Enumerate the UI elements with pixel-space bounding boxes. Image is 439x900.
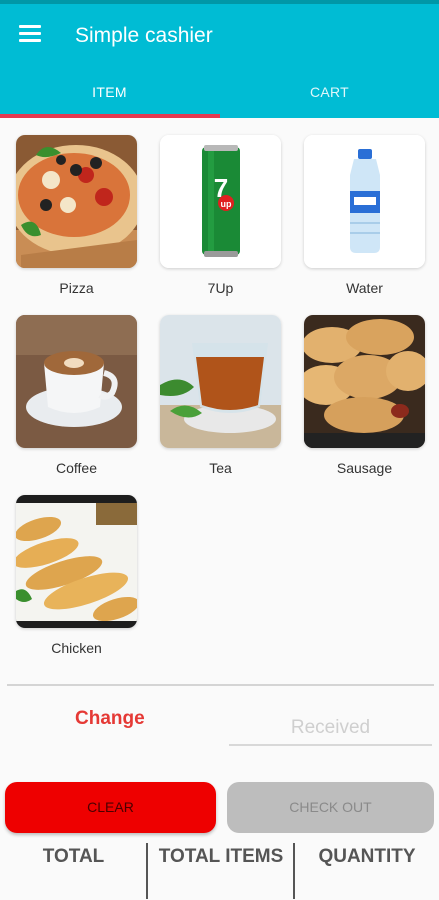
tab-item[interactable]: ITEM <box>0 70 219 114</box>
app-bar: Simple cashier ITEM CART <box>0 0 439 118</box>
item-coffee[interactable]: Coffee <box>16 315 137 476</box>
item-label: Sausage <box>336 460 393 476</box>
item-label: Chicken <box>51 640 102 656</box>
tab-indicator <box>0 114 220 118</box>
item-pizza[interactable]: Pizza <box>16 135 137 296</box>
item-sausage[interactable]: Sausage <box>304 315 425 476</box>
hamburger-menu-icon[interactable] <box>19 25 41 45</box>
item-7up[interactable]: 7 up 7Up <box>160 135 281 296</box>
check-out-button[interactable]: CHECK OUT <box>227 782 434 833</box>
received-input[interactable] <box>229 712 432 746</box>
pizza-image <box>16 135 137 268</box>
tab-cart[interactable]: CART <box>220 70 439 114</box>
total-label: TOTAL <box>42 846 105 867</box>
item-water[interactable]: Water <box>304 135 425 296</box>
item-tea[interactable]: Tea <box>160 315 281 476</box>
item-label: Water <box>346 280 383 296</box>
item-label: Coffee <box>56 460 97 476</box>
item-chicken[interactable]: Chicken <box>16 495 137 656</box>
item-label: Tea <box>209 460 232 476</box>
coffee-cup-image <box>16 315 137 448</box>
chicken-bread-image <box>16 495 137 628</box>
sausage-rolls-image <box>304 315 425 448</box>
7up-can-image: 7 up <box>160 135 281 268</box>
app-title: Simple cashier <box>75 24 213 47</box>
change-label: Change <box>75 708 145 729</box>
water-bottle-image <box>304 135 425 268</box>
quantity-label: QUANTITY <box>318 846 416 867</box>
item-label: Pizza <box>59 280 94 296</box>
clear-button[interactable]: CLEAR <box>5 782 216 833</box>
svg-text:up: up <box>221 199 232 209</box>
tea-cup-image <box>160 315 281 448</box>
total-items-label: TOTAL ITEMS <box>158 846 284 867</box>
divider <box>7 684 434 686</box>
status-strip <box>0 0 439 4</box>
item-label: 7Up <box>207 280 234 296</box>
